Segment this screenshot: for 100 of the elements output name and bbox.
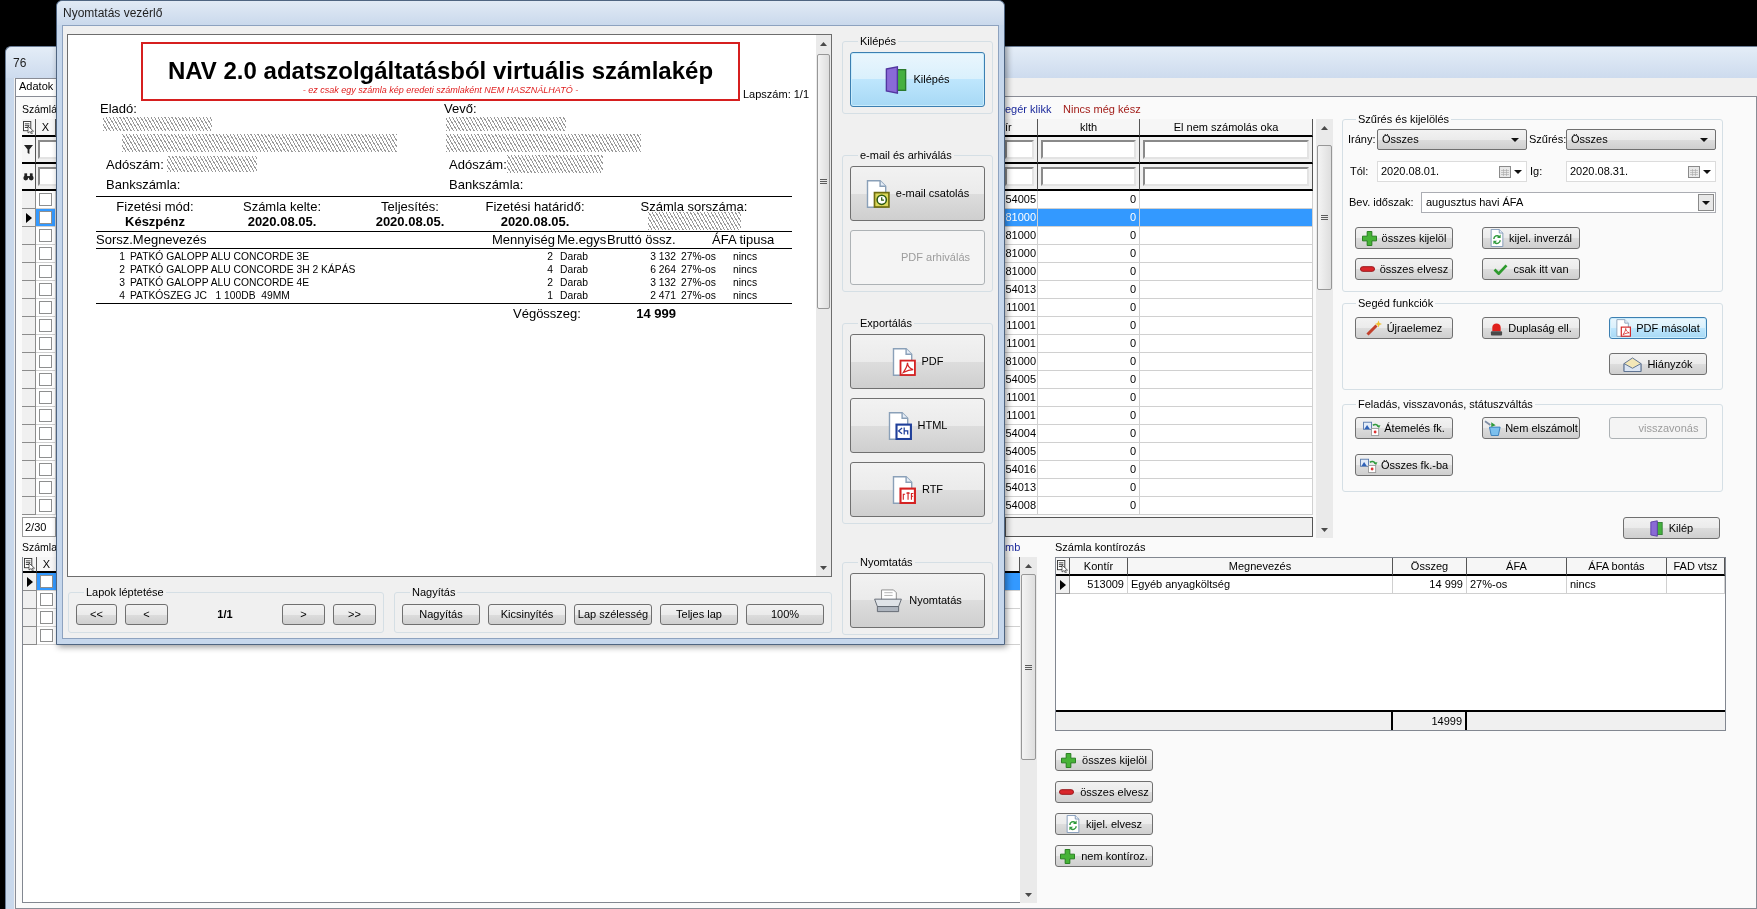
command-button[interactable]: Nem elszámolt — [1482, 417, 1580, 439]
command-button[interactable]: összes elvesz — [1355, 258, 1453, 280]
pdf-button[interactable]: PDF — [850, 334, 985, 389]
table-cell-text: 1 — [118, 250, 125, 263]
filter-field[interactable] — [1041, 140, 1136, 159]
checkbox[interactable] — [39, 445, 52, 458]
table-cell: 0 — [1038, 263, 1140, 281]
checkbox[interactable] — [39, 409, 52, 422]
checkbox[interactable] — [39, 373, 52, 386]
email-button[interactable]: e-mail csatolás — [850, 166, 985, 221]
date-field[interactable]: 2020.08.01. — [1377, 161, 1527, 182]
arrow-down-icon[interactable] — [820, 565, 827, 570]
column-header: Bruttó össz. — [607, 232, 677, 247]
previous-page-button[interactable]: < — [125, 604, 168, 625]
scrollbar[interactable] — [1020, 557, 1037, 903]
scrollbar-thumb[interactable] — [817, 54, 830, 309]
date-field[interactable]: 2020.08.31. — [1566, 161, 1716, 182]
checkbox[interactable] — [39, 499, 52, 512]
dropdown[interactable]: augusztus havi ÁFA — [1421, 192, 1716, 213]
arrow-up-icon[interactable] — [1321, 125, 1328, 130]
zoom-button[interactable]: Teljes lap — [660, 604, 738, 625]
table-cell: 0 — [1038, 317, 1140, 335]
print-button[interactable]: Nyomtatás — [850, 573, 985, 628]
scrollbar[interactable] — [816, 35, 831, 576]
command-button[interactable]: összes elvesz — [1055, 781, 1153, 803]
pdf-button[interactable]: PDF másolat — [1609, 317, 1707, 339]
filter-field[interactable] — [1005, 140, 1034, 159]
arrow-up-icon[interactable] — [820, 41, 827, 46]
zoom-button[interactable]: 100% — [746, 604, 824, 625]
field-label: Bankszámla: — [106, 176, 181, 192]
checkbox[interactable] — [39, 301, 52, 314]
command-button[interactable]: csak itt van — [1482, 258, 1580, 280]
checkbox[interactable] — [39, 265, 52, 278]
scrollbar[interactable] — [1316, 119, 1333, 538]
caret-down-icon[interactable] — [1511, 137, 1519, 142]
last-page-button[interactable]: >> — [333, 604, 376, 625]
command-button[interactable]: Összes fk.-ba — [1355, 454, 1453, 476]
exit-button[interactable]: Kilép — [1623, 517, 1720, 539]
checkbox[interactable] — [39, 247, 52, 260]
command-button[interactable]: kijel. elvesz — [1055, 813, 1153, 835]
checkbox[interactable] — [39, 229, 52, 242]
command-button[interactable]: Duplaság ell. — [1482, 317, 1580, 339]
command-button[interactable]: Újraelemez — [1355, 317, 1453, 339]
command-button[interactable]: Átemelés fk. — [1355, 417, 1453, 439]
arrow-down-icon[interactable] — [1025, 892, 1032, 897]
exit-button[interactable]: Kilépés — [850, 52, 985, 107]
group-title: e-mail és arhiválás — [859, 148, 953, 162]
command-button[interactable]: nem kontíroz. — [1055, 845, 1153, 867]
rtf-button[interactable]: RTF — [850, 462, 985, 517]
checkbox[interactable] — [40, 611, 53, 624]
search-field[interactable] — [1005, 167, 1034, 186]
checkbox[interactable] — [39, 481, 52, 494]
command-button[interactable]: összes kijelöl — [1355, 227, 1453, 249]
scrollbar-thumb[interactable] — [1021, 574, 1036, 760]
table-cell-text: Darab — [559, 289, 590, 302]
search-field[interactable] — [1041, 167, 1136, 186]
checkbox[interactable] — [39, 211, 52, 224]
checkbox[interactable] — [39, 463, 52, 476]
payment-value: 2020.08.05. — [375, 214, 445, 229]
scrollbar-thumb[interactable] — [1317, 145, 1332, 290]
command-button[interactable]: összes kijelöl — [1055, 749, 1153, 771]
first-page-button[interactable]: << — [76, 604, 117, 625]
filter-field[interactable] — [38, 140, 56, 159]
checkbox[interactable] — [39, 319, 52, 332]
checkbox[interactable] — [39, 355, 52, 368]
html-button[interactable]: HTML — [850, 398, 985, 453]
tab[interactable]: Adatok — [15, 78, 58, 96]
checkbox[interactable] — [39, 193, 52, 206]
caret-down-icon[interactable] — [1700, 137, 1708, 142]
checkbox[interactable] — [40, 629, 53, 642]
table-cell: 81000 — [1005, 263, 1038, 281]
caret-down-icon[interactable] — [1703, 169, 1711, 174]
document-clock-icon — [865, 179, 890, 208]
command-button[interactable]: Hiányzók — [1609, 353, 1707, 375]
checkbox[interactable] — [39, 283, 52, 296]
dropdown[interactable]: Összes — [1566, 129, 1716, 150]
zoom-button[interactable]: Lap szélesség — [574, 604, 652, 625]
checkbox[interactable] — [39, 427, 52, 440]
command-button[interactable]: kijel. inverzál — [1482, 227, 1580, 249]
caret-down-icon[interactable] — [1514, 169, 1522, 174]
arrow-up-icon[interactable] — [1025, 563, 1032, 568]
caret-down-icon[interactable] — [1698, 194, 1714, 211]
table-cell: 0 — [1038, 425, 1140, 443]
search-field[interactable] — [38, 167, 56, 186]
search-field[interactable] — [1143, 167, 1309, 186]
checkbox[interactable] — [40, 593, 53, 606]
filter-field[interactable] — [1143, 140, 1309, 159]
zoom-button[interactable]: Nagyítás — [402, 604, 480, 625]
page-number: Lapszám: 1/1 — [743, 88, 810, 101]
table-cell: 11001 — [1005, 299, 1038, 317]
dropdown[interactable]: Összes — [1377, 129, 1527, 150]
arrow-down-icon[interactable] — [1321, 527, 1328, 532]
grid-caption: mb — [1005, 541, 1021, 554]
next-page-button[interactable]: > — [282, 604, 325, 625]
checkbox[interactable] — [40, 575, 53, 588]
table-cell-text: 6 264 — [649, 263, 676, 276]
checkbox[interactable] — [39, 337, 52, 350]
table-cell-text: 27%-os — [680, 263, 717, 276]
zoom-button[interactable]: Kicsinyítés — [488, 604, 566, 625]
checkbox[interactable] — [39, 391, 52, 404]
